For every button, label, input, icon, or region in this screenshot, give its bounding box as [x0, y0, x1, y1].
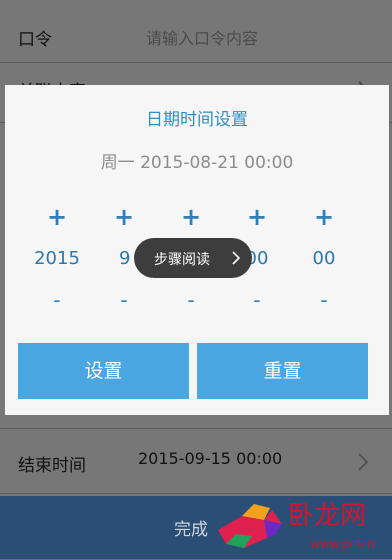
dialog-current-datetime: 周一 2015-08-21 00:00 — [100, 153, 294, 173]
end-time-row[interactable]: 结束时间 2015-09-15 00:00 — [0, 428, 392, 494]
month-plus-button[interactable]: + — [94, 203, 154, 231]
year-plus-button[interactable]: + — [27, 203, 87, 231]
dragon-logo-icon: 卧龙网 www.pcfcn — [218, 501, 375, 551]
month-minus-button[interactable]: - — [94, 288, 154, 312]
minute-minus-button[interactable]: - — [294, 288, 354, 312]
chevron-right-icon — [232, 251, 240, 265]
reset-button[interactable]: 重置 — [197, 343, 368, 399]
command-label: 口令 — [18, 30, 52, 50]
command-input[interactable]: 请输入口令内容 — [146, 25, 258, 49]
hour-plus-button[interactable]: + — [227, 203, 287, 231]
set-button[interactable]: 设置 — [18, 343, 189, 399]
svg-text:卧龙网: 卧龙网 — [288, 501, 366, 531]
step-reading-toast[interactable]: 步骤阅读 — [134, 238, 252, 278]
year-minus-button[interactable]: - — [27, 288, 87, 312]
hour-minus-button[interactable]: - — [227, 288, 287, 312]
finish-button-label: 完成 — [174, 520, 208, 540]
day-minus-button[interactable]: - — [161, 288, 221, 312]
year-value: 2015 — [34, 248, 80, 269]
minute-plus-button[interactable]: + — [294, 203, 354, 231]
command-row[interactable]: 口令 请输入口令内容 — [0, 5, 392, 63]
svg-text:www.pcfcn: www.pcfcn — [310, 537, 375, 551]
minute-value: 00 — [312, 248, 336, 269]
end-time-label: 结束时间 — [18, 456, 86, 476]
end-time-value: 2015-09-15 00:00 — [138, 449, 283, 468]
dialog-title: 日期时间设置 — [146, 110, 248, 130]
day-plus-button[interactable]: + — [161, 203, 221, 231]
toast-label: 步骤阅读 — [154, 252, 210, 268]
site-watermark-logo: 卧龙网 www.pcfcn — [212, 490, 388, 556]
chevron-right-icon — [358, 453, 369, 471]
